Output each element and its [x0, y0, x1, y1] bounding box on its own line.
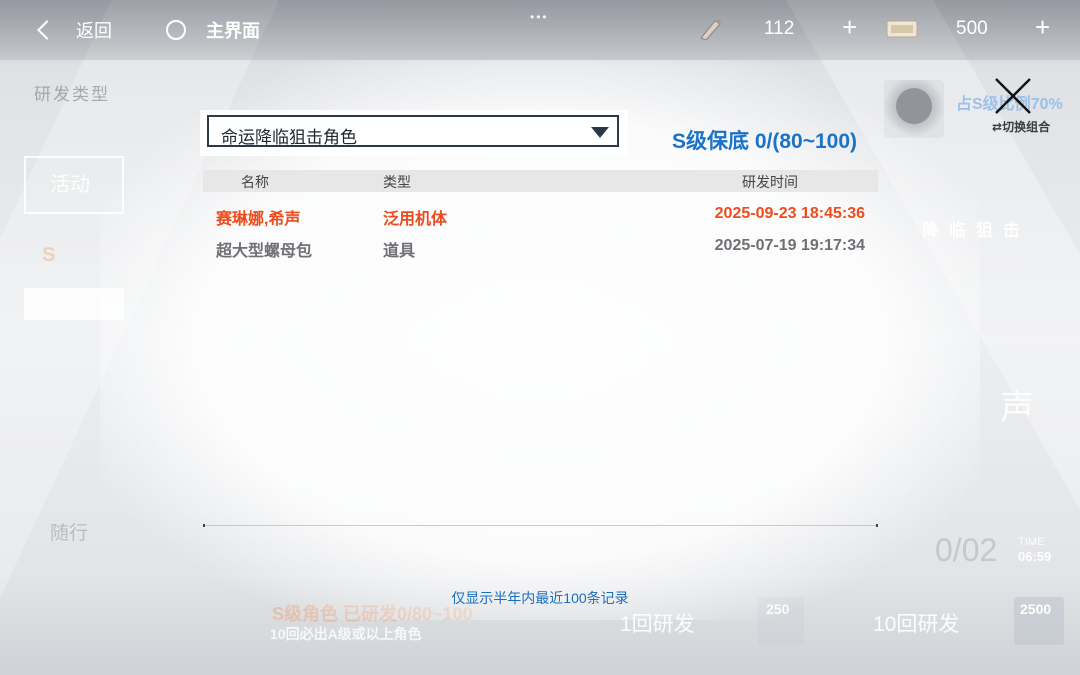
- table-row: 超大型螺母包 道具 2025-07-19 19:17:34: [203, 232, 878, 260]
- circle-icon: [166, 20, 186, 40]
- table-header: 名称 类型 研发时间: [203, 170, 878, 192]
- bg-time-label: TIME: [1018, 536, 1045, 548]
- pen-icon: [700, 19, 721, 40]
- bg-big-char: 声: [1000, 389, 1034, 427]
- bg-suixing-label: 随行: [50, 523, 89, 544]
- dropdown-frame: 命运降临狙击角色: [207, 115, 619, 147]
- bg-s-rank: S: [42, 244, 56, 266]
- column-header-name: 名称: [241, 174, 269, 190]
- row-time: 2025-09-23 18:45:36: [714, 205, 865, 222]
- back-button[interactable]: 返回: [36, 14, 112, 46]
- add-resource-1-button[interactable]: +: [842, 14, 857, 40]
- pool-select-dropdown[interactable]: 命运降临狙击角色: [203, 113, 625, 153]
- resource-1-value: 112: [764, 18, 795, 39]
- home-label: 主界面: [206, 21, 260, 41]
- pity-counter: S级保底 0/(80~100): [672, 130, 858, 153]
- row-name: 赛琳娜,希声: [216, 211, 301, 228]
- back-label: 返回: [76, 21, 112, 41]
- bg-activity-label: 活动: [50, 174, 90, 196]
- row-type: 道具: [383, 243, 416, 260]
- home-button[interactable]: 主界面: [166, 14, 260, 46]
- table-row: 赛琳娜,希声 泛用机体 2025-09-23 18:45:36: [203, 200, 878, 228]
- resource-2-value: 500: [956, 18, 988, 39]
- column-header-time: 研发时间: [742, 174, 798, 190]
- row-time: 2025-07-19 19:17:34: [714, 237, 865, 254]
- ticket-icon: [886, 20, 918, 38]
- dropdown-selected-value: 命运降临狙击角色: [221, 128, 357, 147]
- add-resource-2-button[interactable]: +: [1035, 14, 1050, 40]
- table-bottom-divider: [203, 524, 878, 527]
- triangle-down-icon: [591, 127, 609, 138]
- bg-type-label: 研发类型: [34, 85, 110, 104]
- close-icon[interactable]: [993, 76, 1033, 116]
- bg-time-value: 06:59: [1018, 549, 1052, 564]
- bg-switch-combo: ⇄切换组合: [992, 120, 1051, 134]
- record-limit-note: 仅显示半年内最近100条记录: [451, 590, 629, 606]
- row-type: 泛用机体: [383, 211, 448, 228]
- bg-bottom-line2: 10回必出A级或以上角色: [270, 626, 422, 642]
- chevron-left-icon: [37, 20, 57, 40]
- swap-icon: ⇄: [992, 120, 1003, 134]
- more-dots-icon[interactable]: •••: [530, 10, 549, 24]
- column-header-type: 类型: [383, 174, 411, 190]
- top-bar: 返回 主界面 ••• 112 + 500 +: [0, 0, 1080, 60]
- row-name: 超大型螺母包: [216, 243, 313, 260]
